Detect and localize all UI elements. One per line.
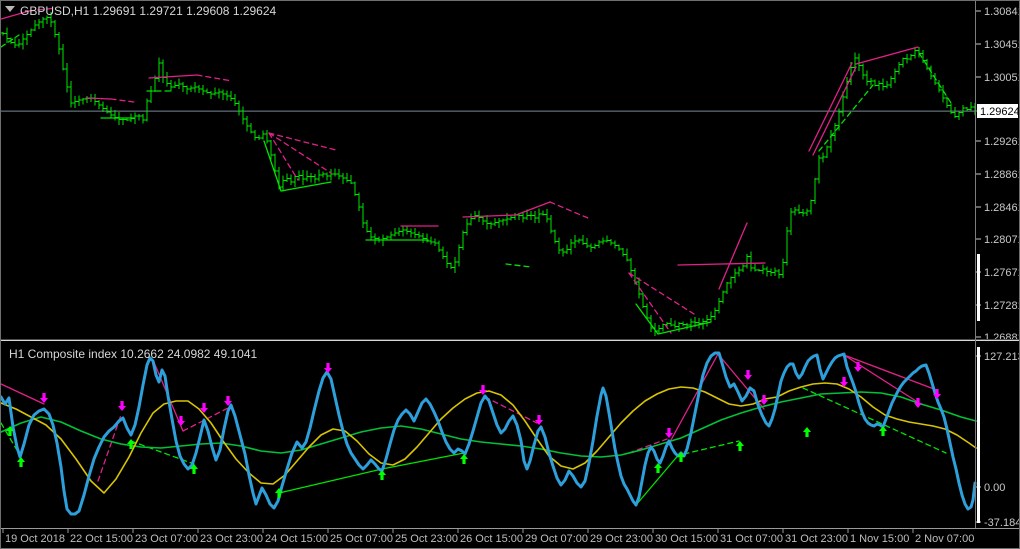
price-scale-indicator[interactable] [977,254,980,321]
price-tick-label: 1.27281 [984,300,1019,312]
time-tick-label: 31 Oct 23:00 [785,533,848,545]
time-tick-label: 25 Oct 07:00 [330,533,393,545]
time-tick-label: 25 Oct 23:00 [395,533,458,545]
time-tick-label: 29 Oct 07:00 [525,533,588,545]
time-tick-label: 31 Oct 07:00 [720,533,783,545]
time-tick-label: 29 Oct 23:00 [590,533,653,545]
price-tick-label: 1.28861 [984,169,1019,181]
chart-window: 1.30841 1.30451 1.30051 1.29261 1.28861 1.284… [0,0,1020,549]
time-tick-label: 24 Oct 15:00 [265,533,328,545]
time-tick-label: 19 Oct 2018 [5,533,65,545]
price-tick-label: 1.30451 [984,39,1019,51]
time-tick-label: 22 Oct 15:00 [70,533,133,545]
indicator-tick-label: 0.00 [984,482,1005,494]
price-tick-label: 1.29261 [984,136,1019,148]
price-tick-label: 1.27671 [984,267,1019,279]
price-tick-label: 1.26881 [984,332,1019,344]
indicator-title: H1 Composite index 10.2662 24.0982 49.10… [9,347,258,361]
price-tick-label: 1.30051 [984,72,1019,84]
indicator-tick-label: 127.2139 [984,351,1019,363]
indicator-scale-indicator[interactable] [977,347,980,523]
time-tick-label: 26 Oct 15:00 [460,533,523,545]
price-tick-label: 1.30841 [984,6,1019,18]
price-tick-label: 1.28461 [984,202,1019,214]
symbol-title: GBPUSD,H1 1.29691 1.29721 1.29608 1.2962… [20,4,277,18]
time-tick-label: 23 Oct 23:00 [200,533,263,545]
time-tick-label: 1 Nov 15:00 [850,533,909,545]
chart-canvas: 1.30841 1.30451 1.30051 1.29261 1.28861 1.284… [1,1,1019,548]
time-tick-label: 2 Nov 07:00 [915,533,974,545]
time-tick-label: 30 Oct 15:00 [655,533,718,545]
current-price-label: 1.29624 [980,106,1019,118]
price-tick-label: 1.28071 [984,234,1019,246]
time-tick-label: 23 Oct 07:00 [135,533,198,545]
indicator-tick-label: -37.1847 [984,517,1019,529]
main-chart-plot[interactable] [1,1,976,339]
